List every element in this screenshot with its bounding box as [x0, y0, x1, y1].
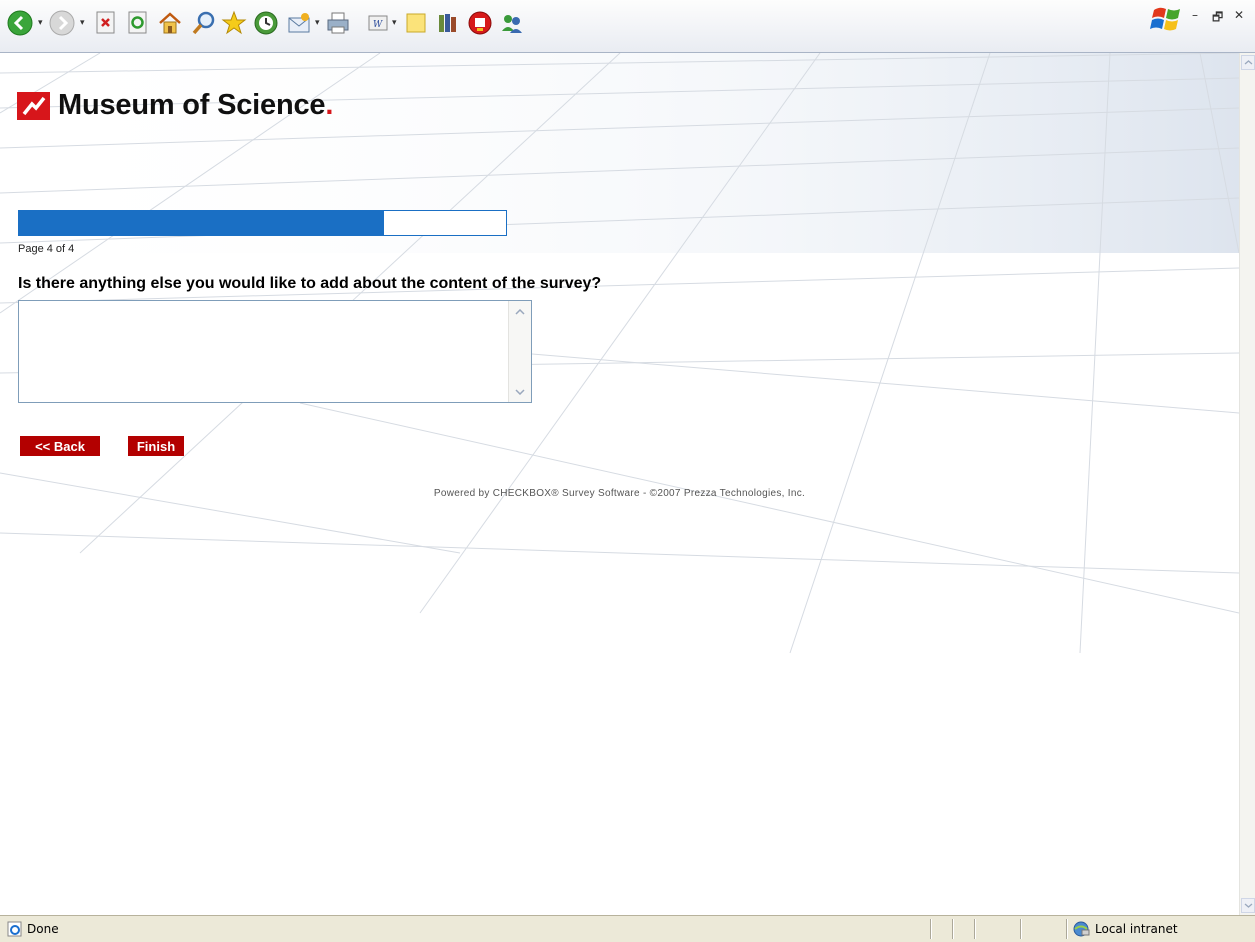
museum-logo-icon: [17, 91, 50, 120]
back-icon[interactable]: [6, 9, 34, 37]
svg-text:W: W: [373, 20, 383, 30]
print-icon[interactable]: [324, 9, 352, 37]
history-icon[interactable]: [252, 9, 280, 37]
ie-page-icon: [7, 921, 23, 937]
forward-dropdown-icon[interactable]: ▾: [80, 18, 85, 28]
forward-icon[interactable]: [48, 9, 76, 37]
status-divider: [974, 919, 976, 939]
survey-page: Museum of Science. Page 4 of 4 Is there …: [0, 53, 1239, 915]
answer-textarea[interactable]: [19, 301, 509, 402]
status-bar: Done Local intranet: [0, 915, 1255, 942]
mail-icon[interactable]: [286, 9, 314, 37]
favorites-icon[interactable]: [220, 9, 248, 37]
stop-icon[interactable]: [92, 9, 120, 37]
windows-logo-icon: [1150, 4, 1184, 34]
minimize-icon[interactable]: –: [1192, 8, 1198, 22]
home-icon[interactable]: [156, 9, 184, 37]
progress-fill: [19, 211, 385, 235]
browser-toolbar: ▾ ▾ ▾ W ▾ – 🗗 ✕: [0, 0, 1255, 53]
status-divider: [952, 919, 954, 939]
logo-dot: .: [325, 89, 334, 121]
mail-dropdown-icon[interactable]: ▾: [315, 18, 320, 28]
page-scroll-up-icon[interactable]: [1241, 55, 1255, 70]
finish-button[interactable]: Finish: [128, 436, 184, 456]
local-intranet-icon: [1072, 921, 1090, 937]
powered-by-footer: Powered by CHECKBOX® Survey Software - ©…: [433, 488, 806, 499]
status-divider: [930, 919, 932, 939]
status-text: Done: [27, 922, 59, 936]
status-divider: [1020, 919, 1022, 939]
scroll-up-icon[interactable]: [512, 303, 528, 320]
background-grid: [0, 53, 1239, 654]
scroll-down-icon[interactable]: [512, 383, 528, 400]
security-zone-label: Local intranet: [1095, 922, 1178, 936]
close-icon[interactable]: ✕: [1234, 8, 1244, 22]
progress-bar: [18, 210, 507, 236]
status-divider: [1066, 919, 1068, 939]
answer-scrollbar[interactable]: [508, 301, 531, 402]
answer-field[interactable]: [18, 300, 532, 403]
back-dropdown-icon[interactable]: ▾: [38, 18, 43, 28]
edit-icon[interactable]: W: [364, 9, 392, 37]
question-text: Is there anything else you would like to…: [18, 275, 602, 292]
notes-icon[interactable]: [402, 9, 430, 37]
page-scroll-down-icon[interactable]: [1241, 898, 1255, 913]
search-icon[interactable]: [190, 9, 218, 37]
refresh-icon[interactable]: [124, 9, 152, 37]
page-indicator: Page 4 of 4: [18, 243, 75, 255]
contacts-icon[interactable]: [498, 9, 526, 37]
research-icon[interactable]: [434, 9, 462, 37]
museum-logo: Museum of Science.: [17, 89, 333, 122]
edit-dropdown-icon[interactable]: ▾: [392, 18, 397, 28]
museum-name: Museum of Science: [58, 89, 326, 121]
restore-icon[interactable]: 🗗: [1212, 8, 1223, 29]
page-scrollbar[interactable]: [1239, 53, 1255, 915]
back-button[interactable]: << Back: [20, 436, 100, 456]
messenger-icon[interactable]: [466, 9, 494, 37]
